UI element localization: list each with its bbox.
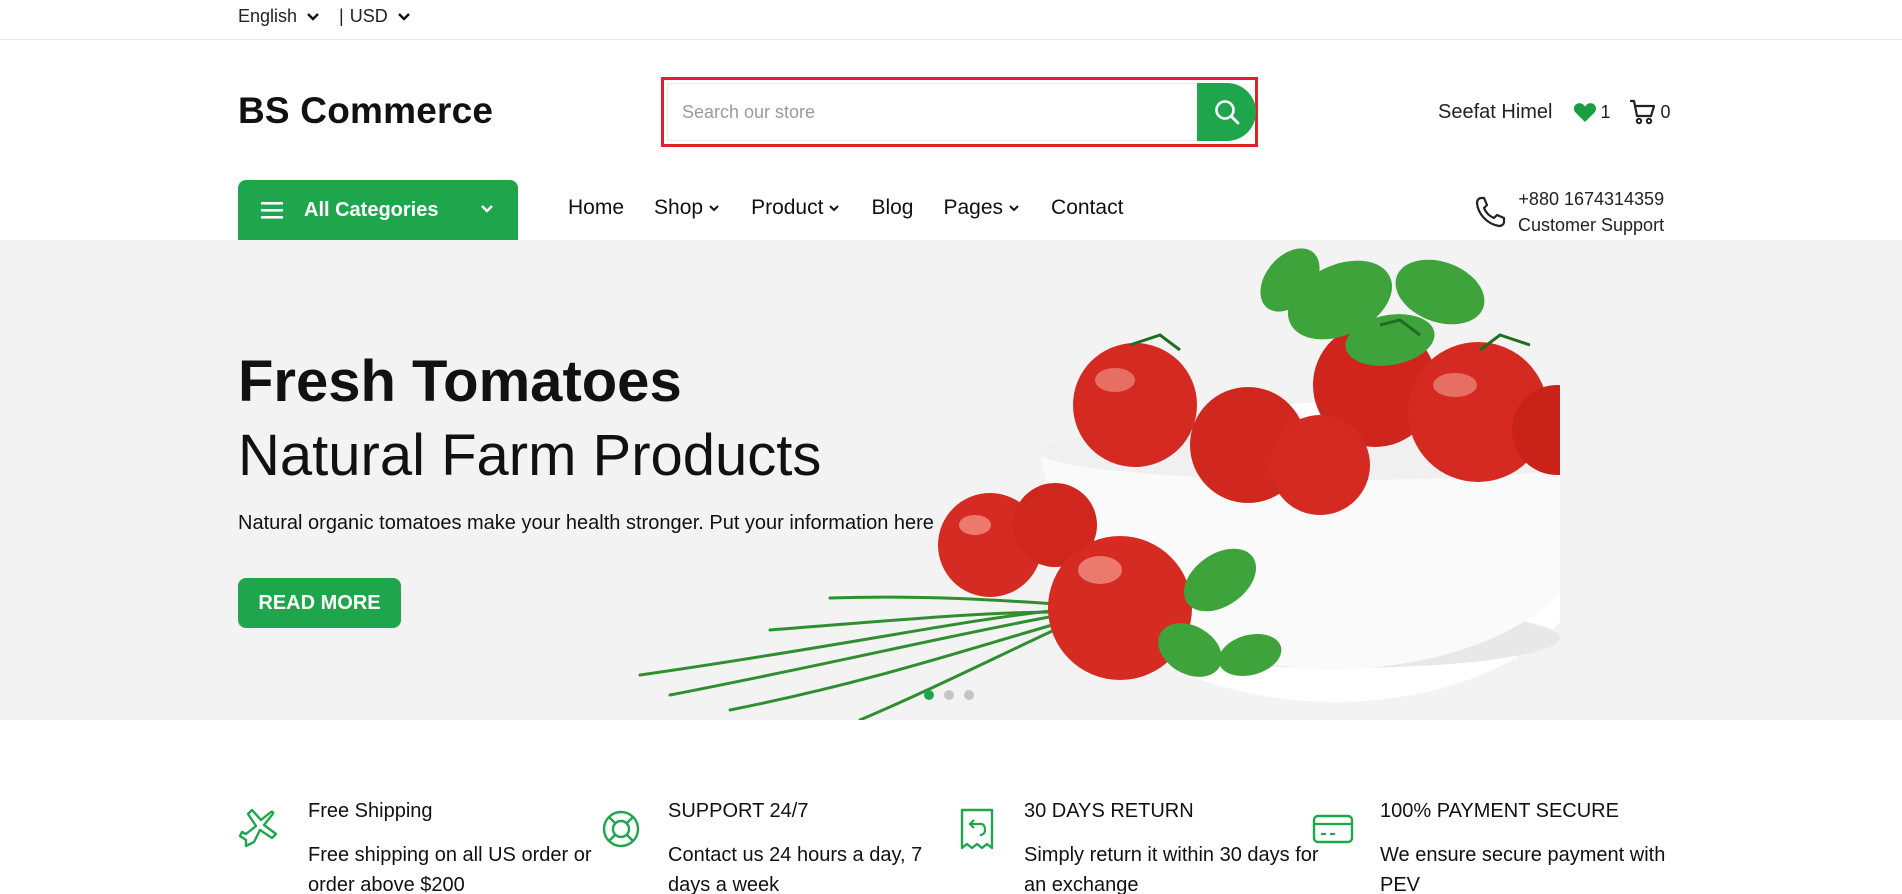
feature-title: Free Shipping: [308, 800, 433, 822]
cart-icon: [1629, 99, 1655, 125]
search-input[interactable]: [668, 84, 1196, 140]
chevron-down-icon: [709, 205, 719, 212]
feature-desc: Free shipping on all US order or order a…: [308, 844, 592, 894]
wishlist-button[interactable]: 1: [1573, 101, 1611, 123]
heart-icon: [1573, 103, 1596, 122]
search-bar: [661, 77, 1258, 147]
hamburger-menu-icon: [261, 202, 283, 219]
search-button[interactable]: [1197, 83, 1256, 141]
user-area: Seefat Himel 1 0: [1438, 99, 1671, 125]
feature-desc: We ensure secure payment with PEV: [1380, 844, 1666, 894]
slider-dot-3[interactable]: [964, 690, 974, 700]
customer-support: +880 1674314359 Customer Support: [1474, 186, 1664, 238]
feature-title: 30 DAYS RETURN: [1024, 800, 1194, 822]
nav-item-product[interactable]: Product: [751, 196, 841, 220]
airplane-icon: [238, 808, 278, 848]
language-label: English: [238, 6, 298, 26]
search-field-wrapper: [667, 83, 1196, 141]
feature-desc: Contact us 24 hours a day, 7 days a week: [668, 844, 923, 894]
main-navigation: Home Shop Product Blog Pages Contact: [568, 196, 1153, 220]
support-label: Customer Support: [1518, 215, 1665, 235]
feature-desc: Simply return it within 30 days for an e…: [1024, 844, 1319, 894]
feature-title: SUPPORT 24/7: [668, 800, 809, 822]
nav-label: Pages: [943, 196, 1004, 219]
topbar-separator: |: [339, 6, 344, 26]
currency-label: USD: [349, 6, 388, 26]
slider-dot-1[interactable]: [924, 690, 934, 700]
slider-dot-2[interactable]: [944, 690, 954, 700]
all-categories-button[interactable]: All Categories: [238, 180, 518, 240]
top-bar: English | USD: [0, 0, 1902, 40]
nav-label: Product: [751, 196, 824, 219]
nav-item-pages[interactable]: Pages: [943, 196, 1021, 220]
credit-card-icon: [1312, 814, 1354, 844]
phone-icon: [1475, 196, 1506, 228]
nav-item-contact[interactable]: Contact: [1051, 196, 1123, 220]
hero-description: Natural organic tomatoes make your healt…: [238, 512, 934, 534]
feature-title: 100% PAYMENT SECURE: [1380, 800, 1619, 822]
language-selector[interactable]: English: [238, 6, 323, 27]
lifebuoy-icon: [602, 810, 640, 848]
support-phone[interactable]: +880 1674314359: [1518, 186, 1664, 212]
user-name-link[interactable]: Seefat Himel: [1438, 101, 1553, 124]
nav-label: Shop: [654, 196, 704, 219]
search-icon: [1214, 100, 1239, 125]
wishlist-count: 1: [1600, 101, 1611, 122]
nav-label: Home: [568, 196, 625, 219]
nav-item-home[interactable]: Home: [568, 196, 624, 220]
all-categories-label: All Categories: [304, 198, 439, 221]
chevron-down-icon: [397, 12, 410, 21]
currency-selector[interactable]: USD: [350, 6, 414, 27]
cart-count: 0: [1660, 101, 1671, 122]
nav-item-blog[interactable]: Blog: [871, 196, 913, 220]
slider-pagination: [924, 690, 984, 700]
hero-subtitle: Natural Farm Products: [238, 423, 822, 488]
chevron-down-icon: [1009, 205, 1019, 212]
chevron-down-icon: [307, 12, 319, 21]
nav-label: Contact: [1051, 196, 1124, 219]
read-more-button[interactable]: READ MORE: [238, 578, 401, 628]
return-receipt-icon: [960, 808, 994, 850]
chevron-down-icon: [481, 205, 493, 213]
nav-item-shop[interactable]: Shop: [654, 196, 721, 220]
nav-label: Blog: [871, 196, 914, 219]
hero-title: Fresh Tomatoes: [238, 349, 682, 414]
hero-slider: Fresh Tomatoes Natural Farm Products Nat…: [0, 240, 1902, 720]
cart-button[interactable]: 0: [1629, 99, 1671, 125]
site-logo[interactable]: BS Commerce: [238, 90, 493, 132]
chevron-down-icon: [829, 205, 840, 212]
